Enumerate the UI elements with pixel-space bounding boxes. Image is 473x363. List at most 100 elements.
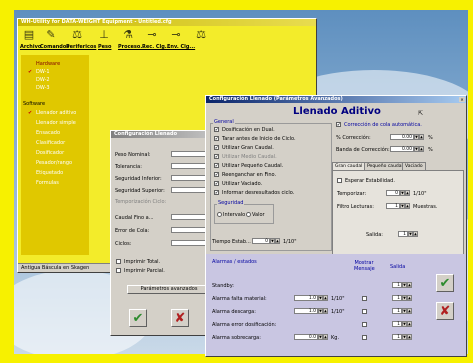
salida-input[interactable]: 1 [398,231,408,237]
spin-up[interactable]: ▲ [407,334,412,340]
checkbox[interactable]: ✔ [214,172,219,177]
radio-valor[interactable]: Valor [246,212,265,218]
menu-env-clg[interactable]: Env. Clg... [167,44,195,50]
spin-up[interactable]: ▲ [405,203,410,209]
spin-up[interactable]: ▲ [323,334,328,340]
spin-up[interactable]: ▲ [407,282,412,288]
cancel-button[interactable]: ✘ [436,302,454,320]
scale-icon[interactable]: ⚖ [70,28,84,42]
spin-up[interactable]: ▲ [323,295,328,301]
salida-label: Salida: [366,232,383,238]
band-correction-input[interactable]: 0.00 [390,146,414,152]
tree-item[interactable]: Ensacado [36,130,60,136]
tree-item[interactable]: DW-3 [36,85,50,91]
ciclos-input[interactable] [171,240,207,246]
file-icon[interactable]: ▤ [22,28,36,42]
salida-field[interactable]: 1 [392,308,402,314]
spin-up[interactable]: ▲ [407,295,412,301]
tiempo-input[interactable]: 0 [252,238,270,244]
mostrar-checkbox[interactable] [362,322,367,327]
esperar-checkbox[interactable] [337,178,342,183]
checkbox[interactable]: ✔ [214,127,219,132]
peso-nominal-input[interactable] [171,151,207,157]
checkbox[interactable]: ✔ [214,181,219,186]
flask-icon[interactable]: ⚗ [121,28,135,42]
spin-up[interactable]: ▲ [405,190,410,196]
alarm-value[interactable]: 1.0 [294,308,318,314]
salida-field[interactable]: 1 [392,334,402,340]
spin-up[interactable]: ▲ [419,146,424,152]
tree-hardware[interactable]: Hardware [36,61,60,67]
spin-up[interactable]: ▲ [323,308,328,314]
alarm-unit: 1/10" [331,309,345,315]
menu-perifericos[interactable]: Perifericos [66,44,96,50]
menu-comandos[interactable]: Comandos [40,44,69,50]
tiempo-label: Tiempo Estab... [212,239,251,245]
salida-field[interactable]: 1 [392,321,402,327]
checkbox[interactable]: ✔ [214,145,219,150]
mostrar-checkbox[interactable] [362,335,367,340]
field-label: Peso Nominal: [115,152,151,158]
checkbox-label: Reenganchar en Fino. [222,172,277,178]
weight-icon[interactable]: ⊥ [97,28,111,42]
gun-icon[interactable]: ⊸ [169,28,183,42]
salida-field[interactable]: 1 [392,282,402,288]
edit-icon[interactable]: ✎ [44,28,58,42]
spin-up[interactable]: ▲ [407,308,412,314]
tree-software[interactable]: Software [23,101,45,107]
seg-superior-input[interactable] [171,187,207,193]
balance-icon[interactable]: ⚖ [194,28,208,42]
ok-button[interactable]: ✔ [436,274,454,292]
gun-icon[interactable]: ⊸ [145,28,159,42]
checkbox[interactable]: ✔ [214,154,219,159]
temporizar-input[interactable]: 0 [386,190,400,196]
tree-item[interactable]: Etiquetado [36,170,63,176]
spin-up[interactable]: ▲ [407,321,412,327]
filtro-unit: Muestras. [413,204,438,210]
ok-button[interactable]: ✔ [129,309,147,327]
error-cola-input[interactable] [171,227,207,233]
tree-item[interactable]: Llenador simple [36,120,76,126]
alarm-label: Alarma sobrecarga: [212,335,261,341]
tree-item[interactable]: Pesador/rango [36,160,72,166]
tree-item[interactable]: DW-2 [36,77,50,83]
spin-up[interactable]: ▲ [275,238,280,244]
tree-item[interactable]: DW-1 [36,69,50,75]
spin-up[interactable]: ▲ [413,231,418,237]
tree-item[interactable]: Clasificador [36,140,65,146]
checkbox[interactable]: ✔ [214,136,219,141]
advanced-title: Configuración Llenado (Parámetros Avanza… [209,96,343,102]
imprimir-total-checkbox[interactable] [116,259,121,264]
radio-intervalo[interactable]: Intervalo [217,212,245,218]
auto-correction-checkbox[interactable]: ✔ [336,122,341,127]
radio-circle[interactable] [217,212,222,217]
close-icon[interactable]: ✕ [459,97,465,102]
tab-pequeno-caudal[interactable]: Pequeño caudal [364,162,406,170]
seg-inferior-input[interactable] [171,175,207,181]
radio-circle[interactable] [246,212,251,217]
imprimir-parcial-checkbox[interactable] [116,268,121,273]
spin-up[interactable]: ▲ [419,134,424,140]
pct-correction-input[interactable]: 0.00 [390,134,414,140]
temporizar-unit: 1/10" [413,191,427,197]
mostrar-checkbox[interactable] [362,309,367,314]
tree-item[interactable]: Dosificador [36,150,64,156]
check-icon: ✔ [28,110,33,116]
alarm-value[interactable]: 1.0 [294,295,318,301]
cancel-button[interactable]: ✘ [171,309,189,327]
filtro-input[interactable]: 1 [386,203,400,209]
checkbox[interactable]: ✔ [214,163,219,168]
tree-item[interactable]: Formulas [36,180,59,186]
tiempo-unit: 1/10" [283,239,297,245]
tree-item[interactable]: Llenador aditivo [36,110,76,116]
caudal-fino-input[interactable] [171,214,207,220]
salida-field[interactable]: 1 [392,295,402,301]
menu-archivo[interactable]: Archivo [20,44,41,50]
advanced-params-button[interactable]: Parámetros avanzados [127,285,209,294]
checkbox[interactable]: ✔ [214,190,219,195]
alarm-value[interactable]: 0.0 [294,334,318,340]
tab-vaciado[interactable]: Vaciado [402,162,426,170]
tolerancia-input[interactable] [171,163,207,169]
mostrar-checkbox[interactable] [362,296,367,301]
menu-peso[interactable]: Peso [98,44,111,50]
